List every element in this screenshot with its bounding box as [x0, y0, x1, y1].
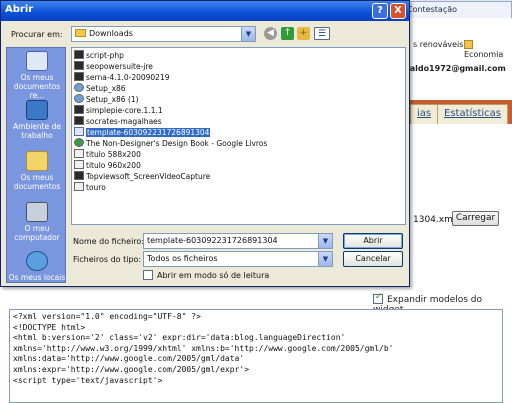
list-item[interactable]: socrates-magalhaes	[74, 116, 274, 127]
recent-docs-icon	[26, 51, 48, 71]
filetype-label: Ficheiros do tipo:	[73, 255, 142, 264]
up-folder-icon[interactable]: ↑	[281, 27, 294, 40]
place-my-documents[interactable]: Os meus documentos	[7, 151, 67, 191]
filetype-value: Todos os ficheiros	[147, 254, 218, 263]
dialog-titlebar[interactable]: Abrir	[1, 1, 409, 21]
new-folder-icon[interactable]: +	[297, 27, 310, 40]
tab-statistics[interactable]: Estatísticas	[437, 104, 509, 124]
place-desktop[interactable]: Ambiente de trabalho	[7, 100, 67, 140]
list-item[interactable]: script-php	[74, 50, 274, 61]
dialog-title: Abrir	[5, 4, 34, 15]
readonly-label: Abrir em modo só de leitura	[157, 271, 270, 280]
folder-icon	[75, 29, 86, 37]
chevron-down-icon[interactable]: ▼	[318, 234, 332, 248]
filetype-select[interactable]: Todos os ficheiros ▼	[143, 251, 333, 267]
list-item-selected[interactable]: template-603092231726891304	[74, 127, 274, 138]
look-in-combo[interactable]: Downloads ▼	[71, 26, 256, 42]
list-item[interactable]: The Non-Designer's Design Book - Google …	[74, 138, 274, 149]
app-icon	[74, 50, 84, 59]
filename-value: template-603092231726891304	[147, 236, 278, 245]
upload-filename: 1304.xml	[413, 215, 456, 225]
list-item[interactable]: serna-4.1.0-20090219	[74, 72, 274, 83]
look-in-label: Procurar em:	[11, 30, 63, 39]
code-line: <script type='text/javascript'>	[13, 375, 163, 385]
bookmark-economia[interactable]: Economia	[464, 40, 512, 59]
place-network[interactable]: Os meus locais	[7, 251, 67, 282]
setup-icon	[74, 83, 84, 92]
list-item[interactable]: touro	[74, 182, 274, 193]
setup-icon	[74, 94, 84, 103]
network-places-icon	[26, 251, 48, 271]
bookmark-renovaveis[interactable]: s renováveis	[413, 40, 463, 52]
code-line: xmlns:data='http://www.google.com/2005/g…	[13, 354, 245, 364]
expand-widgets-checkbox[interactable]	[373, 292, 383, 304]
app-icon	[74, 61, 84, 70]
app-icon	[74, 171, 84, 180]
image-icon	[74, 149, 84, 158]
tab-partial[interactable]: ias	[410, 104, 439, 124]
place-my-computer[interactable]: O meu computador	[7, 202, 67, 242]
list-item[interactable]: seopowersuite-jre	[74, 61, 274, 72]
cancel-button[interactable]: Cancelar	[343, 251, 403, 267]
code-line: xmlns:expr='http://www.google.com/2005/g…	[13, 364, 250, 374]
xml-icon	[74, 127, 84, 136]
place-recent[interactable]: Os meus documentos re...	[7, 51, 67, 100]
chevron-down-icon[interactable]: ▼	[318, 252, 332, 266]
image-icon	[74, 160, 84, 169]
my-documents-icon	[26, 151, 48, 171]
chevron-down-icon[interactable]: ▼	[241, 27, 255, 41]
close-button[interactable]: X	[390, 3, 406, 19]
app-icon	[74, 72, 84, 81]
code-line: <!DOCTYPE html>	[13, 322, 86, 332]
list-item[interactable]: simplepie-core.1.1.1	[74, 105, 274, 116]
bookmark-folder-icon	[464, 40, 473, 49]
account-email: naldo1972@gmail.com	[404, 64, 506, 73]
file-list[interactable]: script-php seopowersuite-jre serna-4.1.0…	[71, 47, 406, 225]
places-bar: Os meus documentos re... Ambiente de tra…	[6, 47, 66, 283]
readonly-row: Abrir em modo só de leitura	[143, 270, 269, 280]
help-button[interactable]: ?	[372, 3, 388, 19]
filename-label: Nome do ficheiro:	[73, 237, 145, 246]
image-icon	[74, 182, 84, 191]
desktop-icon	[26, 100, 48, 120]
code-line: <?xml version="1.0" encoding="UTF-8" ?>	[13, 312, 201, 321]
code-line: <html b:version='2' class='v2' expr:dir=…	[13, 333, 346, 343]
upload-button[interactable]: Carregar	[452, 211, 499, 226]
view-menu-icon[interactable]: ☰	[314, 27, 330, 40]
template-code-editor[interactable]: <?xml version="1.0" encoding="UTF-8" ?> <…	[9, 309, 503, 403]
app-icon	[74, 105, 84, 114]
look-in-value: Downloads	[89, 29, 133, 38]
back-icon[interactable]: ◀	[264, 27, 277, 40]
open-file-dialog: Abrir ? X Procurar em: Downloads ▼ ◀ ↑ +…	[0, 0, 410, 287]
filename-input[interactable]: template-603092231726891304 ▼	[143, 233, 333, 249]
app-icon	[74, 116, 84, 125]
my-computer-icon	[26, 202, 48, 222]
list-item[interactable]: Setup_x86 (1)	[74, 94, 274, 105]
code-line: xmlns='http://www.w3.org/1999/xhtml' xml…	[13, 343, 394, 353]
chrome-icon	[74, 138, 84, 147]
list-item[interactable]: titulo 588x200	[74, 149, 274, 160]
open-button[interactable]: Abrir	[343, 233, 403, 249]
tab-label: Contestação	[407, 5, 458, 14]
list-item[interactable]: titulo 960x200	[74, 160, 274, 171]
list-item[interactable]: Topviewsoft_ScreenVideoCapture	[74, 171, 274, 182]
readonly-checkbox[interactable]	[143, 270, 153, 280]
list-item[interactable]: Setup_x86	[74, 83, 274, 94]
